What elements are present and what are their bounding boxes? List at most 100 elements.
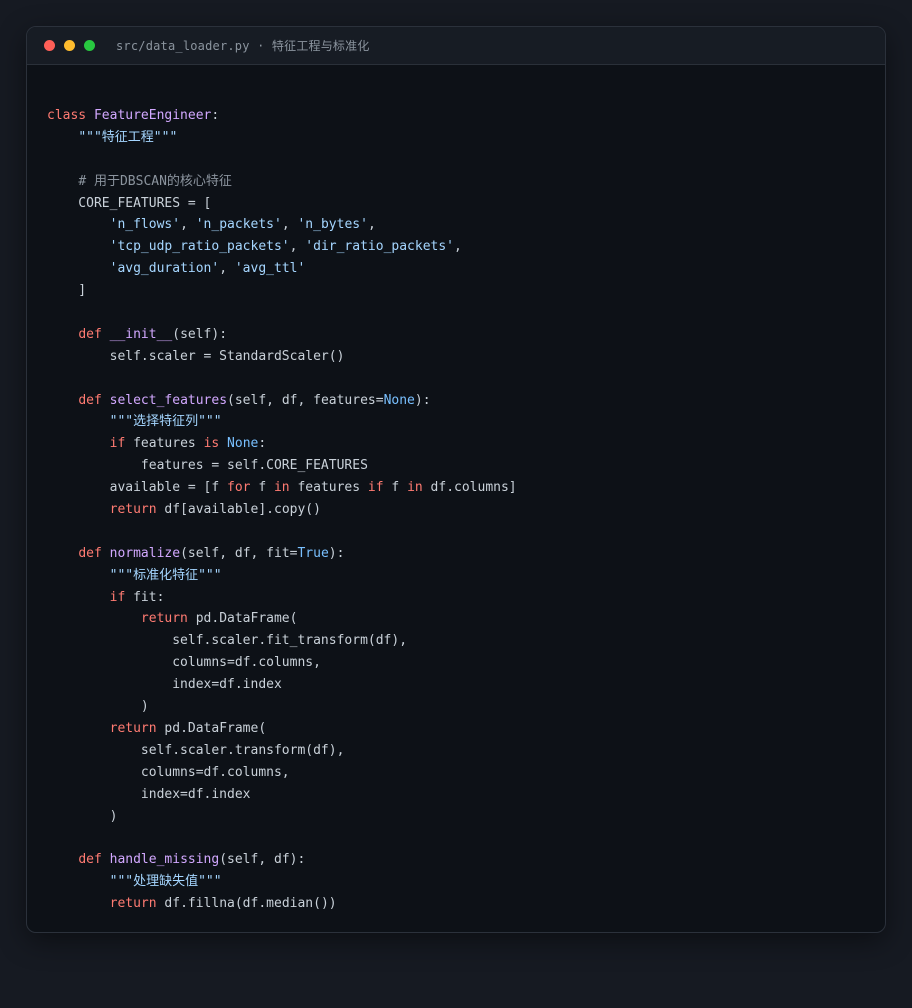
- code-token: 'tcp_udp_ratio_packets': [109, 239, 290, 255]
- close-dot-icon[interactable]: [44, 40, 55, 51]
- code-token: normalize: [109, 545, 181, 561]
- code-token: select_features: [109, 392, 228, 408]
- code-token: def: [78, 326, 110, 342]
- code-line: self.scaler.transform(df),: [47, 740, 517, 762]
- code-token: ,: [289, 239, 306, 255]
- code-token: :: [211, 108, 220, 123]
- code-token: features = self.CORE_FEATURES: [47, 458, 368, 474]
- code-line: class FeatureEngineer:: [47, 105, 517, 127]
- code-token: pd.DataFrame(: [156, 720, 267, 736]
- code-token: in: [273, 480, 290, 496]
- title-bar: src/data_loader.py · 特征工程与标准化: [27, 27, 885, 65]
- code-token: available = [f: [47, 480, 228, 496]
- code-token: ]: [47, 283, 87, 299]
- code-token: handle_missing: [109, 852, 220, 868]
- code-token: 'n_packets': [195, 217, 282, 233]
- code-token: return: [109, 896, 157, 912]
- code-line: 'avg_duration', 'avg_ttl': [47, 258, 517, 280]
- code-token: df.columns]: [422, 480, 517, 496]
- code-token: """标准化特征""": [109, 567, 222, 583]
- code-token: return: [109, 502, 157, 518]
- code-token: self.scaler.transform(df),: [47, 742, 345, 758]
- code-token: is: [203, 436, 220, 452]
- code-token: 'n_flows': [109, 217, 181, 233]
- code-token: True: [297, 545, 329, 561]
- code-token: ):: [328, 545, 345, 561]
- file-title: src/data_loader.py · 特征工程与标准化: [116, 39, 370, 53]
- code-line: def normalize(self, df, fit=True):: [47, 543, 517, 565]
- code-token: # 用于DBSCAN的核心特征: [78, 173, 232, 189]
- code-line: """选择特征列""": [47, 411, 517, 433]
- code-token: ,: [180, 217, 196, 233]
- code-token: ,: [454, 239, 462, 255]
- code-token: None: [383, 392, 415, 408]
- code-token: features: [289, 480, 368, 496]
- code-token: if: [109, 436, 126, 452]
- code-line: 'n_flows', 'n_packets', 'n_bytes',: [47, 214, 517, 236]
- code-line: def select_features(self, df, features=N…: [47, 390, 517, 412]
- code-token: def: [78, 545, 110, 561]
- code-line: self.scaler.fit_transform(df),: [47, 630, 517, 652]
- code-token: """特征工程""": [78, 129, 178, 145]
- code-token: __init__: [109, 326, 173, 342]
- code-token: None: [227, 436, 259, 452]
- code-token: index=df.index: [47, 786, 251, 802]
- code-line: if fit:: [47, 587, 517, 609]
- code-token: features: [125, 436, 204, 452]
- code-line: columns=df.columns,: [47, 762, 517, 784]
- code-window: src/data_loader.py · 特征工程与标准化 class Feat…: [26, 26, 886, 933]
- code-line: if features is None:: [47, 433, 517, 455]
- code-line: CORE_FEATURES = [: [47, 193, 517, 215]
- code-token: df.fillna(df.median()): [156, 896, 337, 912]
- code-token: ): [47, 699, 149, 715]
- code-line: index=df.index: [47, 674, 517, 696]
- code-line: """特征工程""": [47, 127, 517, 149]
- code-token: ):: [414, 392, 431, 408]
- code-token: index=df.index: [47, 677, 282, 693]
- code-token: self.scaler = StandardScaler(): [47, 348, 345, 364]
- code-token: f: [383, 480, 408, 496]
- code-token: 'n_bytes': [297, 217, 368, 233]
- minimize-dot-icon[interactable]: [64, 40, 75, 51]
- code-token: 'dir_ratio_packets': [305, 239, 455, 255]
- code-line: return df[available].copy(): [47, 499, 517, 521]
- code-line: return df.fillna(df.median()): [47, 893, 517, 915]
- code-line: return pd.DataFrame(: [47, 718, 517, 740]
- code-token: def: [78, 852, 110, 868]
- code-line: features = self.CORE_FEATURES: [47, 455, 517, 477]
- maximize-dot-icon[interactable]: [84, 40, 95, 51]
- code-line: def __init__(self):: [47, 324, 517, 346]
- code-line: return pd.DataFrame(: [47, 608, 517, 630]
- code-line: # 用于DBSCAN的核心特征: [47, 171, 517, 193]
- code-line: columns=df.columns,: [47, 652, 517, 674]
- code-line: ): [47, 696, 517, 718]
- code-token: columns=df.columns,: [47, 764, 290, 780]
- code-token: """处理缺失值""": [109, 874, 222, 890]
- code-line: index=df.index: [47, 784, 517, 806]
- code-token: (self, df, features=: [227, 392, 384, 408]
- code-line: available = [f for f in features if f in…: [47, 477, 517, 499]
- code-token: f: [250, 480, 274, 496]
- code-token: """选择特征列""": [109, 414, 222, 430]
- code-token: ,: [367, 217, 376, 233]
- code-line: ): [47, 806, 517, 828]
- code-token: :: [258, 436, 267, 452]
- code-token: return: [140, 611, 188, 627]
- code-token: if: [109, 589, 126, 605]
